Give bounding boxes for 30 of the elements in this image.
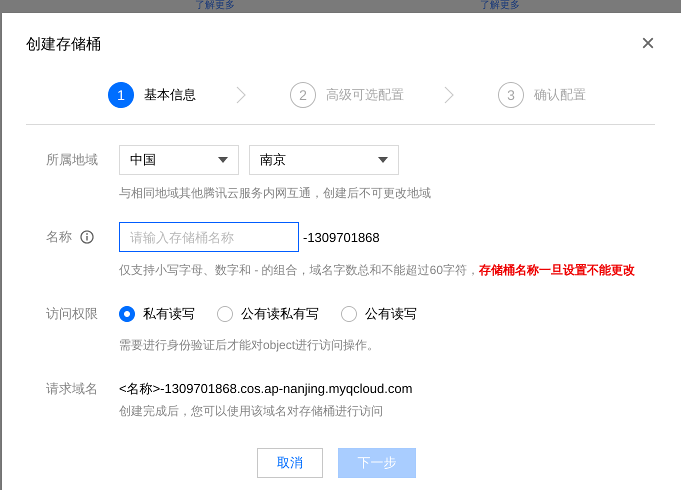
caret-icon <box>378 157 388 163</box>
step-label: 确认配置 <box>534 86 586 104</box>
info-icon[interactable] <box>80 230 94 244</box>
region-select[interactable]: 中国 <box>119 145 239 175</box>
name-suffix: -1309701868 <box>303 230 380 244</box>
step-number: 3 <box>498 82 524 108</box>
chevron-icon <box>236 86 246 104</box>
hint-text: 创建完成后，您可以使用该域名对存储桶进行访问 <box>119 403 384 420</box>
hint-text: 仅支持小写字母、数字和 - 的组合，域名字数总和不能超过60字符，存储桶名称一旦设置不能更改 <box>119 262 636 279</box>
step-number: 2 <box>290 82 316 108</box>
field-label: 名称 <box>46 228 72 246</box>
hint-text: 与相同地域其他腾讯云服务内网互通，创建后不可更改地域 <box>119 185 432 202</box>
step-number: 1 <box>108 82 134 108</box>
radio-option[interactable]: 公有读私有写 <box>217 305 319 323</box>
name-input[interactable]: 请输入存储桶名称 <box>119 222 299 252</box>
dialog-title: 创建存储桶 <box>26 34 101 54</box>
cancel-button[interactable]: 取消 <box>257 448 323 478</box>
radio-option[interactable]: 私有读写 <box>119 305 195 323</box>
field-label: 访问权限 <box>46 305 98 323</box>
step-label: 高级可选配置 <box>326 86 404 104</box>
field-label: 所属地域 <box>46 151 98 169</box>
field-label: 请求域名 <box>46 380 98 398</box>
radio-option[interactable]: 公有读写 <box>341 305 417 323</box>
chevron-icon <box>444 86 454 104</box>
close-button[interactable]: × <box>640 34 655 54</box>
step-label: 基本信息 <box>144 86 196 104</box>
caret-icon <box>218 157 228 163</box>
hint-text: 需要进行身份验证后才能对object进行访问操作。 <box>119 337 380 354</box>
domain-value: <名称>-1309701868.cos.ap-nanjing.myqcloud.com <box>119 381 414 397</box>
region-select[interactable]: 南京 <box>249 145 399 175</box>
